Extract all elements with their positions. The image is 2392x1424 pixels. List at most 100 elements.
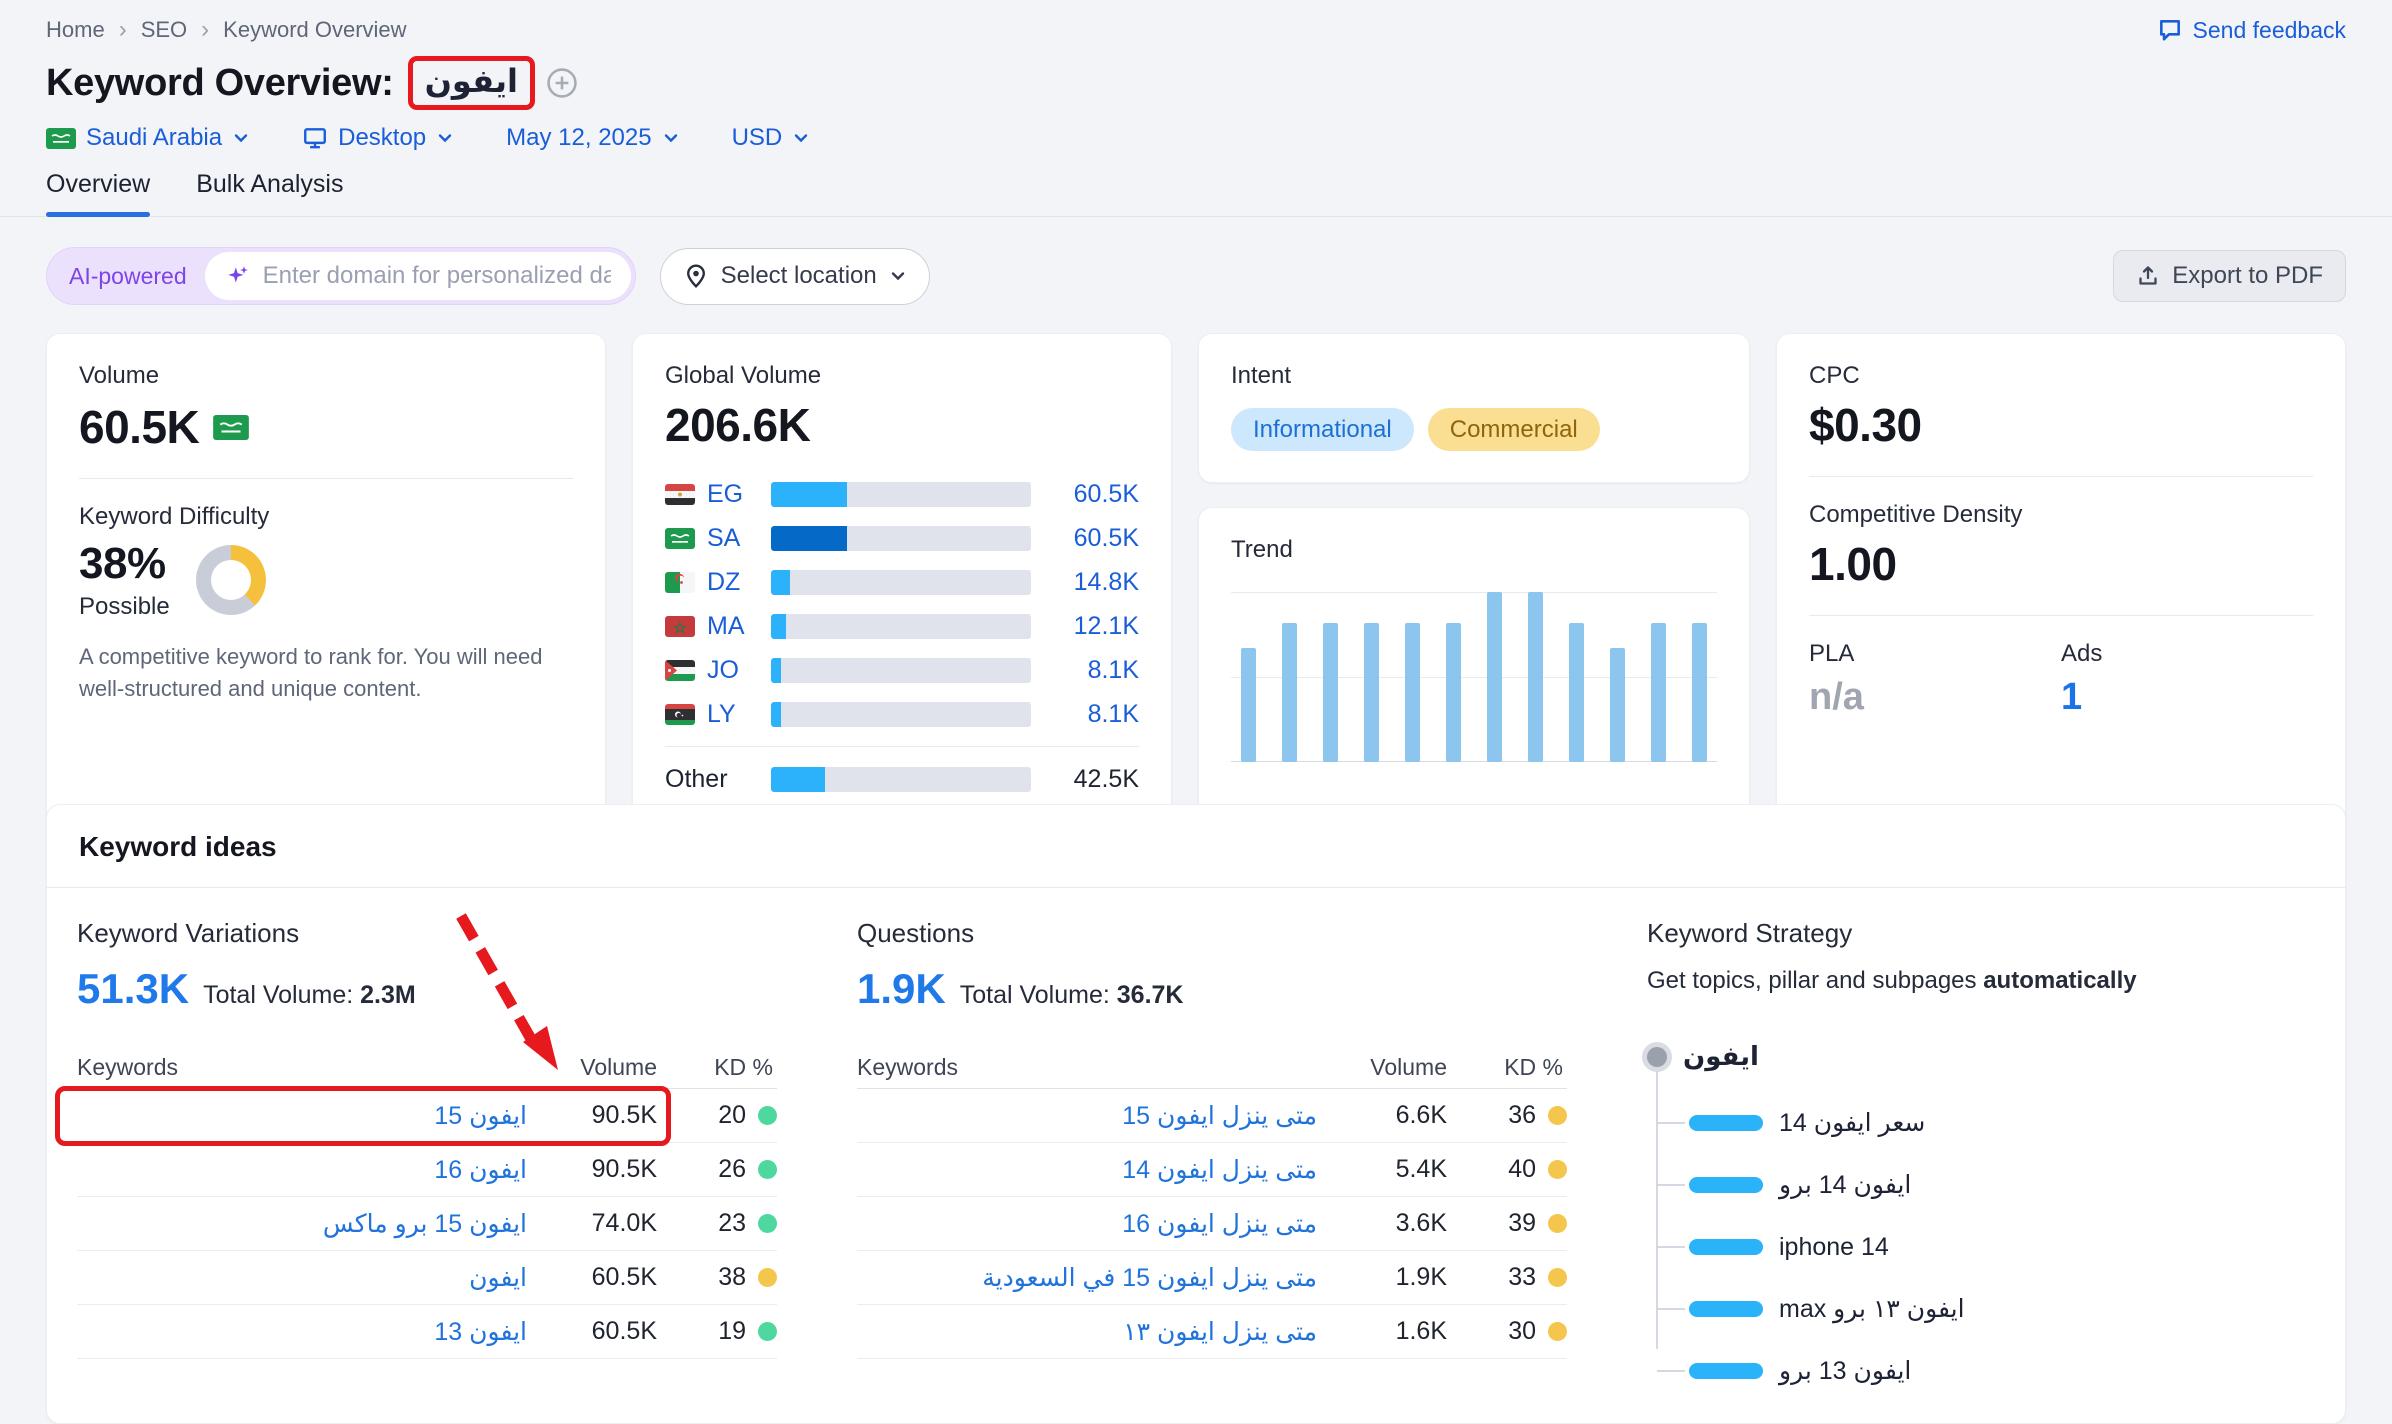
table-row: متى ينزل ايفون 16 3.6K 39 (857, 1197, 1567, 1251)
trend-bar (1446, 623, 1461, 762)
desktop-icon (302, 125, 328, 151)
trend-bar (1569, 623, 1584, 762)
tree-connector (1656, 1071, 1658, 1349)
country-filter[interactable]: Saudi Arabia (46, 124, 250, 152)
keyword-link[interactable]: ايفون 15 برو ماكس (77, 1209, 527, 1239)
volume-bar (771, 702, 1031, 727)
export-to-pdf-button[interactable]: Export to PDF (2113, 250, 2346, 302)
strategy-child-label: ايفون ١٣ برو max (1779, 1294, 1965, 1324)
ai-domain-group: AI-powered (46, 247, 636, 305)
trend-label: Trend (1231, 536, 1717, 564)
volume-bar (771, 526, 1031, 551)
keyword-link[interactable]: متى ينزل ايفون 15 في السعودية (857, 1263, 1317, 1293)
kd-value: 38% (79, 539, 170, 589)
strategy-child-label: سعر ايفون 14 (1779, 1108, 1925, 1138)
keyword-link[interactable]: ايفون (77, 1263, 527, 1293)
strategy-pill (1689, 1363, 1763, 1379)
intent-badge-commercial[interactable]: Commercial (1428, 408, 1600, 451)
divider (1809, 476, 2313, 477)
strategy-pill (1689, 1301, 1763, 1317)
location-pin-icon (683, 263, 709, 289)
competitive-density-value: 1.00 (1809, 537, 2313, 591)
breadcrumb: Home › SEO › Keyword Overview (46, 16, 407, 44)
ai-powered-badge: AI-powered (51, 263, 205, 290)
strategy-pill (1689, 1115, 1763, 1131)
divider (1809, 615, 2313, 616)
chevron-down-icon (792, 129, 810, 147)
kd-label: Keyword Difficulty (79, 503, 573, 531)
tab-overview[interactable]: Overview (46, 170, 150, 216)
kd-dot (1548, 1268, 1567, 1287)
send-feedback-link[interactable]: Send feedback (2157, 17, 2346, 44)
metrics-row: Volume 60.5K Keyword Difficulty 38% Poss… (0, 333, 2392, 776)
breadcrumb-keyword-overview[interactable]: Keyword Overview (223, 17, 406, 43)
volume-kd-card: Volume 60.5K Keyword Difficulty 38% Poss… (46, 333, 606, 830)
add-keyword-icon[interactable] (545, 66, 579, 100)
strategy-root-keyword: ايفون (1683, 1041, 1759, 1072)
volume-value: 60.5K (79, 400, 199, 454)
breadcrumb-home[interactable]: Home (46, 17, 105, 43)
kd-dot (758, 1160, 777, 1179)
keyword-link[interactable]: متى ينزل ايفون 14 (857, 1155, 1317, 1185)
country-code[interactable]: JO (707, 656, 759, 685)
strategy-child: iphone 14 (1647, 1236, 2309, 1258)
kd-description: A competitive keyword to rank for. You w… (79, 641, 573, 705)
kd-dot (1548, 1160, 1567, 1179)
domain-input[interactable] (263, 262, 611, 290)
country-code[interactable]: LY (707, 700, 759, 729)
tree-connector (1657, 1184, 1685, 1186)
date-filter[interactable]: May 12, 2025 (506, 124, 679, 152)
volume-bar (771, 482, 1031, 507)
tab-bulk-analysis[interactable]: Bulk Analysis (196, 170, 343, 216)
other-volume: 42.5K (1043, 765, 1139, 794)
kd-dot (758, 1268, 777, 1287)
country-code[interactable]: SA (707, 524, 759, 553)
pla-value: n/a (1809, 676, 2061, 719)
chevron-down-icon (889, 267, 907, 285)
strategy-pill (1689, 1177, 1763, 1193)
keyword-link[interactable]: ايفون 15 (77, 1101, 527, 1131)
strategy-title: Keyword Strategy (1647, 918, 2309, 949)
questions-count[interactable]: 1.9K (857, 965, 946, 1013)
kd-dot (758, 1322, 777, 1341)
kd-donut (196, 545, 266, 615)
country-code[interactable]: MA (707, 612, 759, 641)
table-row: متى ينزل ايفون 15 في السعودية 1.9K 33 (857, 1251, 1567, 1305)
strategy-child-label: ايفون 14 برو (1779, 1170, 1911, 1200)
keyword-link[interactable]: متى ينزل ايفون ١٣ (857, 1317, 1317, 1347)
variations-count[interactable]: 51.3K (77, 965, 189, 1013)
global-volume-card: Global Volume 206.6K EG 60.5K SA 60.5K D… (632, 333, 1172, 830)
chevron-down-icon (232, 129, 250, 147)
kd-dot (1548, 1214, 1567, 1233)
device-filter[interactable]: Desktop (302, 124, 454, 152)
ads-value[interactable]: 1 (2061, 676, 2313, 719)
strategy-child: ايفون ١٣ برو max (1647, 1298, 2309, 1320)
keyword-link[interactable]: ايفون 16 (77, 1155, 527, 1185)
keyword-link[interactable]: متى ينزل ايفون 15 (857, 1101, 1317, 1131)
ads-label: Ads (2061, 640, 2313, 668)
volume-bar (771, 614, 1031, 639)
pla-label: PLA (1809, 640, 2061, 668)
tree-connector (1657, 1122, 1685, 1124)
currency-filter[interactable]: USD (732, 124, 811, 152)
intent-label: Intent (1231, 362, 1717, 390)
toolbar: AI-powered Select location Export to PDF (0, 247, 2392, 305)
country-volume: 12.1K (1043, 612, 1139, 641)
country-row: SA 60.5K (665, 516, 1139, 560)
country-code[interactable]: EG (707, 480, 759, 509)
country-volume: 14.8K (1043, 568, 1139, 597)
intent-badge-informational[interactable]: Informational (1231, 408, 1414, 451)
cpc-value: $0.30 (1809, 398, 2313, 452)
country-code[interactable]: DZ (707, 568, 759, 597)
title-keyword: ايفون (425, 62, 518, 100)
volume-bar (771, 658, 1031, 683)
keyword-link[interactable]: متى ينزل ايفون 16 (857, 1209, 1317, 1239)
select-location-dropdown[interactable]: Select location (660, 248, 930, 305)
tabs-bar: Overview Bulk Analysis (0, 170, 2392, 217)
flag-dz-icon (665, 572, 695, 593)
kd-dot (758, 1214, 777, 1233)
country-volume: 8.1K (1043, 700, 1139, 729)
domain-input-wrap (205, 252, 631, 300)
breadcrumb-seo[interactable]: SEO (141, 17, 187, 43)
keyword-link[interactable]: ايفون 13 (77, 1317, 527, 1347)
